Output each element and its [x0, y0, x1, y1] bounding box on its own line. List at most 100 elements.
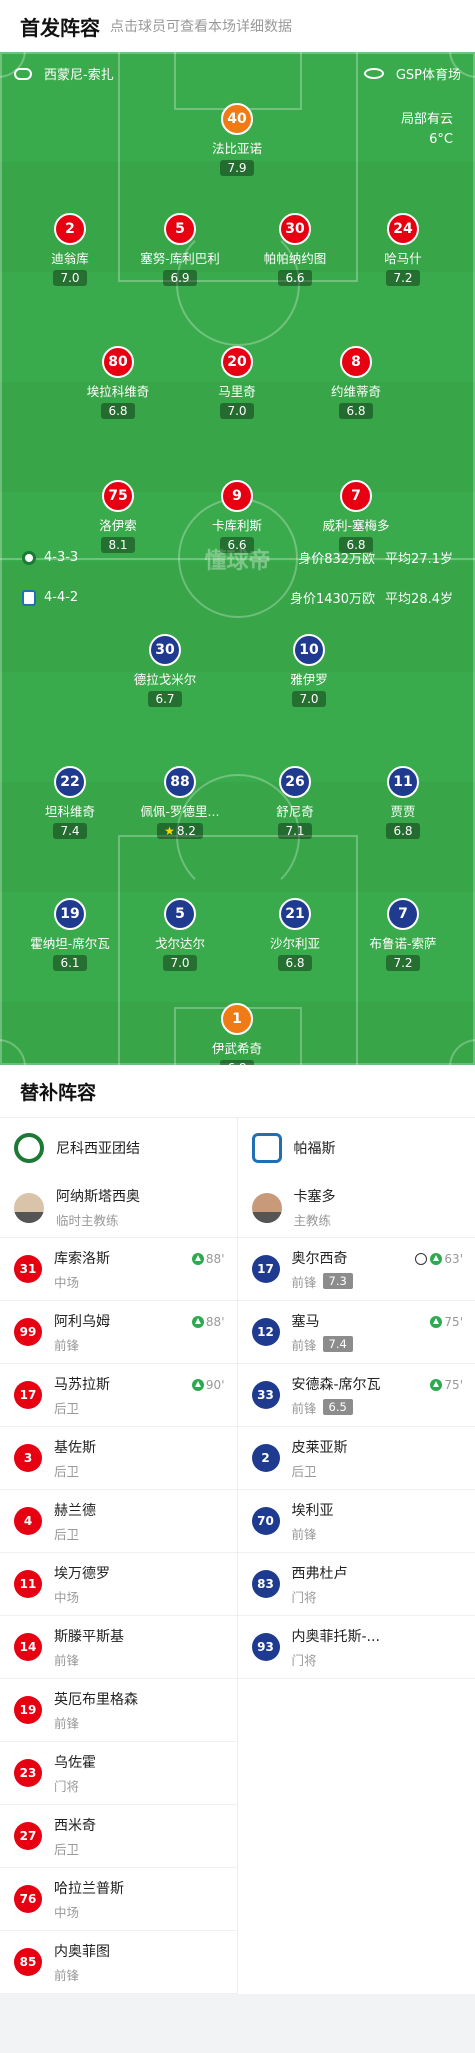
sub-player-row[interactable]: 12 塞马 前锋 7.4 75'	[237, 1301, 475, 1364]
sub-player-row[interactable]: 76 哈拉兰普斯 中场	[0, 1868, 237, 1931]
player-home-5[interactable]: 80 埃拉科维奇 6.8	[63, 346, 173, 419]
sub-player-row[interactable]: 2 皮莱亚斯 后卫	[237, 1427, 475, 1490]
player-name: 卡库利斯	[211, 518, 262, 533]
player-home-8[interactable]: 75 洛伊索 8.1	[63, 480, 173, 553]
sub-player-row[interactable]: 14 斯滕平斯基 前锋	[0, 1616, 237, 1679]
player-away-6[interactable]: 19 霍纳坦-席尔瓦 6.1	[15, 898, 125, 971]
away-coach[interactable]: 卡塞多 主教练	[237, 1178, 475, 1238]
referee-info: 西蒙尼-索扎	[14, 64, 114, 83]
sub-event: 90'	[191, 1378, 225, 1392]
sub-player-row[interactable]: 19 英厄布里格森 前锋	[0, 1679, 237, 1742]
player-home-0[interactable]: 40 法比亚诺 7.9	[182, 103, 292, 176]
player-home-9[interactable]: 9 卡库利斯 6.6	[182, 480, 292, 553]
player-rating: 8.1	[101, 537, 135, 553]
sub-player-row[interactable]: 70 埃利亚 前锋	[237, 1490, 475, 1553]
sub-player-row[interactable]: 17 奥尔西奇 前锋 7.3 63'	[237, 1238, 475, 1301]
away-avg-age: 平均28.4岁	[385, 592, 453, 607]
sub-player-row[interactable]: 93 内奥菲托斯-... 门将	[237, 1616, 475, 1679]
sub-player-row[interactable]: 3 基佐斯 后卫	[0, 1427, 237, 1490]
sub-in-minute: 90'	[205, 1378, 225, 1392]
rating-value: 6.8	[346, 404, 366, 418]
sub-player-row[interactable]: 83 西弗杜卢 门将	[237, 1553, 475, 1616]
sub-player-number: 19	[14, 1696, 42, 1724]
sub-player-row[interactable]: 4 赫兰德 后卫	[0, 1490, 237, 1553]
sub-in-icon	[430, 1316, 443, 1328]
player-away-9[interactable]: 7 布鲁诺-索萨 7.2	[348, 898, 458, 971]
player-name: 坦科维奇	[44, 804, 95, 819]
player-away-10[interactable]: 1 伊武希奇 6.8	[182, 1003, 292, 1065]
sub-player-position: 前锋	[54, 1650, 124, 1669]
player-away-7[interactable]: 5 戈尔达尔 7.0	[125, 898, 235, 971]
player-name: 戈尔达尔	[154, 936, 205, 951]
away-team-header[interactable]: 帕福斯	[238, 1118, 475, 1178]
player-number: 75	[102, 480, 134, 512]
player-away-0[interactable]: 30 德拉戈米尔 6.7	[110, 634, 220, 707]
player-number: 7	[340, 480, 372, 512]
player-number: 26	[279, 766, 311, 798]
player-name: 舒尼奇	[276, 804, 314, 819]
sub-player-name: 西米奇	[54, 1817, 96, 1834]
player-home-7[interactable]: 8 约维蒂奇 6.8	[301, 346, 411, 419]
sub-player-row[interactable]: 17 马苏拉斯 后卫 90'	[0, 1364, 237, 1427]
player-home-6[interactable]: 20 马里奇 7.0	[182, 346, 292, 419]
sub-player-row[interactable]: 27 西米奇 后卫	[0, 1805, 237, 1868]
sub-player-row[interactable]: 33 安德森-席尔瓦 前锋 6.5 75'	[237, 1364, 475, 1427]
position-text: 前锋	[291, 1400, 317, 1416]
sub-in-minute: 88'	[205, 1315, 225, 1329]
footer-space	[0, 1994, 475, 2044]
position-text: 中场	[54, 1904, 80, 1920]
player-rating: 7.2	[386, 270, 420, 286]
home-coach[interactable]: 阿纳斯塔西奥 临时主教练	[0, 1178, 237, 1238]
sub-player-row[interactable]: 99 阿利乌姆 前锋 88'	[0, 1301, 237, 1364]
player-name: 雅伊罗	[290, 672, 328, 687]
sub-player-rating: 7.3	[322, 1273, 353, 1289]
away-team-name: 帕福斯	[293, 1141, 336, 1157]
coach-name: 阿纳斯塔西奥	[56, 1189, 140, 1205]
sub-player-row[interactable]: 23 乌佐霍 门将	[0, 1742, 237, 1805]
away-team-summary: 4-4-2 身价1430万欧 平均28.4岁	[22, 588, 453, 607]
goal-icon	[415, 1253, 428, 1265]
player-away-1[interactable]: 10 雅伊罗 7.0	[254, 634, 364, 707]
subs-title: 替补阵容	[0, 1065, 475, 1118]
sub-player-info: 内奥菲托斯-... 门将	[292, 1626, 380, 1669]
sub-player-name: 内奥菲图	[54, 1943, 110, 1960]
player-away-3[interactable]: 88 佩佩-罗德里... ★ 8.2	[125, 766, 235, 839]
home-subs-column: 尼科西亚团结 阿纳斯塔西奥 临时主教练 31 库索洛斯 中场 88' 99 阿利乌姆 前锋 8…	[0, 1118, 238, 1994]
player-home-4[interactable]: 24 哈马什 7.2	[348, 213, 458, 286]
star-icon: ★	[164, 824, 175, 838]
sub-player-position: 中场	[54, 1902, 124, 1921]
sub-event: 63'	[415, 1252, 463, 1266]
sub-player-name: 基佐斯	[54, 1439, 96, 1456]
sub-player-number: 33	[251, 1381, 280, 1409]
home-team-header[interactable]: 尼科西亚团结	[0, 1118, 237, 1178]
sub-player-position: 后卫	[54, 1461, 96, 1480]
sub-player-number: 83	[251, 1570, 280, 1598]
rating-value: 7.2	[393, 271, 413, 285]
temperature: 6°C	[429, 132, 453, 147]
sub-player-row[interactable]: 85 内奥菲图 前锋	[0, 1931, 237, 1994]
player-rating: 6.1	[53, 955, 87, 971]
subs-section: 尼科西亚团结 阿纳斯塔西奥 临时主教练 31 库索洛斯 中场 88' 99 阿利乌姆 前锋 8…	[0, 1118, 475, 1994]
player-rating: 7.2	[386, 955, 420, 971]
sub-player-number: 76	[14, 1885, 42, 1913]
player-away-8[interactable]: 21 沙尔利亚 6.8	[240, 898, 350, 971]
player-name: 佩佩-罗德里...	[140, 804, 220, 819]
rating-value: 8.1	[108, 538, 128, 552]
sub-player-number: 11	[14, 1570, 42, 1598]
player-home-3[interactable]: 30 帕帕纳约图 6.6	[240, 213, 350, 286]
player-home-10[interactable]: 7 威利-塞梅多 6.8	[301, 480, 411, 553]
sub-player-number: 31	[14, 1255, 42, 1283]
weather-text: 局部有云	[400, 112, 453, 127]
player-home-2[interactable]: 5 塞努-库利巴利 6.9	[125, 213, 235, 286]
player-home-1[interactable]: 2 迪翁库 7.0	[15, 213, 125, 286]
sub-player-row[interactable]: 31 库索洛斯 中场 88'	[0, 1238, 237, 1301]
player-name: 法比亚诺	[211, 141, 262, 156]
sub-in-icon	[430, 1253, 443, 1265]
sub-player-row[interactable]: 11 埃万德罗 中场	[0, 1553, 237, 1616]
player-away-5[interactable]: 11 贾贾 6.8	[348, 766, 458, 839]
sub-player-position: 前锋 7.3	[292, 1272, 353, 1291]
player-away-2[interactable]: 22 坦科维奇 7.4	[15, 766, 125, 839]
player-number: 88	[164, 766, 196, 798]
player-number: 1	[221, 1003, 253, 1035]
player-away-4[interactable]: 26 舒尼奇 7.1	[240, 766, 350, 839]
